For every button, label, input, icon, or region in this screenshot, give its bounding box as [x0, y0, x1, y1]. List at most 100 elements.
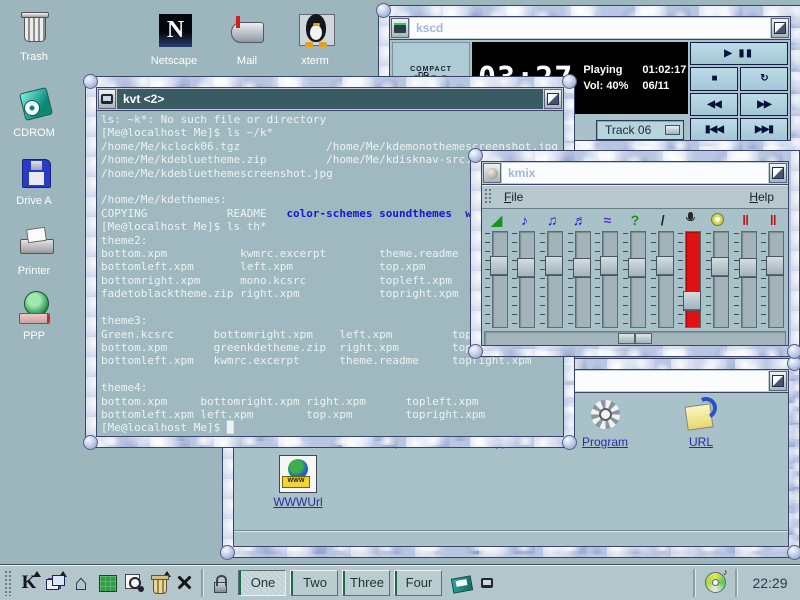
forward-button[interactable]: ▶▶ — [740, 93, 788, 116]
kmix-scrollbar[interactable] — [484, 331, 786, 346]
cd-slider-handle[interactable] — [711, 257, 729, 277]
find-button[interactable] — [120, 570, 146, 596]
rec-left-slider-handle[interactable] — [739, 258, 757, 278]
bass-slider-handle[interactable] — [517, 258, 535, 278]
channel-unknown[interactable]: ? — [621, 211, 649, 328]
toolbox-button[interactable] — [94, 570, 120, 596]
desktop-icon-netscape[interactable]: N Netscape — [138, 12, 210, 67]
rec-right-slider[interactable] — [761, 231, 785, 328]
rec-right-slider-handle[interactable] — [766, 256, 784, 276]
kscd-titlebar[interactable]: kscd — [390, 17, 790, 40]
penguin-icon — [279, 12, 351, 52]
home-icon: ⌂ — [74, 572, 87, 594]
unknown-slider-handle[interactable] — [628, 258, 646, 278]
desktop-button-two[interactable]: Two — [290, 570, 338, 596]
line-slider-handle[interactable] — [656, 256, 674, 276]
channel-treble[interactable]: ♫ — [538, 211, 566, 328]
scroll-thumb-left[interactable] — [618, 333, 635, 344]
maximize-button[interactable] — [771, 18, 789, 38]
menubar-drag-handle[interactable] — [484, 188, 492, 205]
kscd-tray-button[interactable] — [702, 570, 728, 596]
desktop-icon-printer[interactable]: Printer — [0, 222, 70, 277]
menu-file[interactable]: File — [498, 190, 529, 204]
kvt-window-menu-button[interactable] — [98, 89, 116, 109]
maximize-button[interactable] — [544, 89, 562, 109]
terminal-launcher-button[interactable] — [474, 570, 500, 596]
cd-slider[interactable] — [706, 231, 730, 328]
netscape-icon: N — [138, 12, 210, 52]
trash-icon — [0, 8, 70, 48]
channel-pcm[interactable]: ≈ — [594, 211, 622, 328]
kfm-item-label[interactable]: URL — [664, 435, 738, 449]
kfm-item-program[interactable]: Program — [568, 397, 642, 449]
kfm-item-label[interactable]: Program — [568, 435, 642, 449]
master-slider[interactable] — [485, 231, 509, 328]
maximize-button[interactable] — [769, 371, 787, 391]
desktop-icon-drive-a[interactable]: Drive A — [0, 152, 70, 207]
unknown-icon: ? — [624, 211, 646, 230]
desktop-button-one[interactable]: One — [238, 570, 286, 596]
scroll-thumb-right[interactable] — [635, 333, 652, 344]
treble-slider[interactable] — [540, 231, 564, 328]
panel-drag-handle[interactable] — [4, 570, 12, 596]
menu-help[interactable]: Help — [743, 190, 780, 204]
maximize-icon — [547, 93, 559, 105]
unknown-slider[interactable] — [623, 231, 647, 328]
desktop-icon-mail[interactable]: Mail — [211, 12, 283, 67]
master-slider-handle[interactable] — [490, 256, 508, 276]
window-list-button[interactable] — [42, 570, 68, 596]
desktop-icon-cdrom[interactable]: CDROM — [0, 84, 70, 139]
previous-track-button[interactable]: ▮◀◀ — [690, 118, 738, 141]
channel-synth[interactable]: ♬ — [566, 211, 594, 328]
kscd-window-menu-button[interactable] — [391, 18, 409, 38]
kfm-item-label[interactable]: WWWUrl — [261, 495, 335, 509]
microphone-icon — [679, 211, 701, 230]
channel-line[interactable]: / — [649, 211, 677, 328]
stop-button[interactable]: ■ — [690, 67, 738, 90]
volume-level: Vol: 40% — [583, 80, 628, 92]
rec-left-slider[interactable] — [734, 231, 758, 328]
rec-left-icon: ‖ — [735, 211, 757, 230]
maximize-button[interactable] — [769, 163, 787, 183]
loop-button[interactable]: ↻ — [740, 67, 788, 90]
kill-window-button[interactable] — [172, 570, 198, 596]
channel-master[interactable]: ◢ — [483, 211, 511, 328]
desktop-icon-xterm[interactable]: xterm — [279, 12, 351, 67]
home-button[interactable]: ⌂ — [68, 570, 94, 596]
kfm-item-wwwurl[interactable]: WWWWWWUrl — [261, 455, 335, 509]
panel-separator — [735, 569, 737, 597]
kmix-window-menu-button[interactable] — [483, 163, 501, 183]
channel-cd[interactable] — [704, 211, 732, 328]
trash-button[interactable] — [146, 570, 172, 596]
kfm-item-url[interactable]: URL — [664, 397, 738, 449]
line-slider[interactable] — [651, 231, 675, 328]
desktop-icon-trash[interactable]: Trash — [0, 8, 70, 63]
channel-bass[interactable]: ♪ — [511, 211, 539, 328]
next-track-button[interactable]: ▶▶▮ — [740, 118, 788, 141]
channel-rec-left[interactable]: ‖ — [732, 211, 760, 328]
desktop-icon-ppp[interactable]: PPP — [0, 287, 70, 342]
lock-screen-button[interactable] — [206, 570, 232, 596]
desktop-button-four[interactable]: Four — [394, 570, 442, 596]
microphone-slider[interactable] — [678, 231, 702, 328]
desktop-icon-label: Trash — [0, 51, 70, 63]
rewind-button[interactable]: ◀◀ — [690, 93, 738, 116]
bass-slider[interactable] — [512, 231, 536, 328]
treble-slider-handle[interactable] — [545, 256, 563, 276]
microphone-slider-handle[interactable] — [683, 291, 701, 311]
synth-slider-handle[interactable] — [573, 258, 591, 278]
pcm-slider-handle[interactable] — [600, 256, 618, 276]
kmix-titlebar[interactable]: kmix — [482, 162, 788, 185]
kvt-titlebar[interactable]: kvt <2> — [97, 88, 563, 111]
desktop-button-three[interactable]: Three — [342, 570, 390, 596]
channel-microphone[interactable] — [676, 211, 704, 328]
pcm-slider[interactable] — [595, 231, 619, 328]
help-book-button[interactable] — [448, 570, 474, 596]
track-selector[interactable]: Track 06 — [596, 120, 684, 140]
channel-rec-right[interactable]: ‖ — [759, 211, 787, 328]
synth-slider[interactable] — [568, 231, 592, 328]
desktop-icon-label: CDROM — [0, 127, 70, 139]
k-menu-button[interactable]: K — [16, 570, 42, 596]
play-pause-button[interactable]: ▶ ▮▮ — [690, 42, 788, 65]
kmix-window: kmix File Help ◢♪♫♬≈?/ ‖‖ — [470, 150, 800, 357]
